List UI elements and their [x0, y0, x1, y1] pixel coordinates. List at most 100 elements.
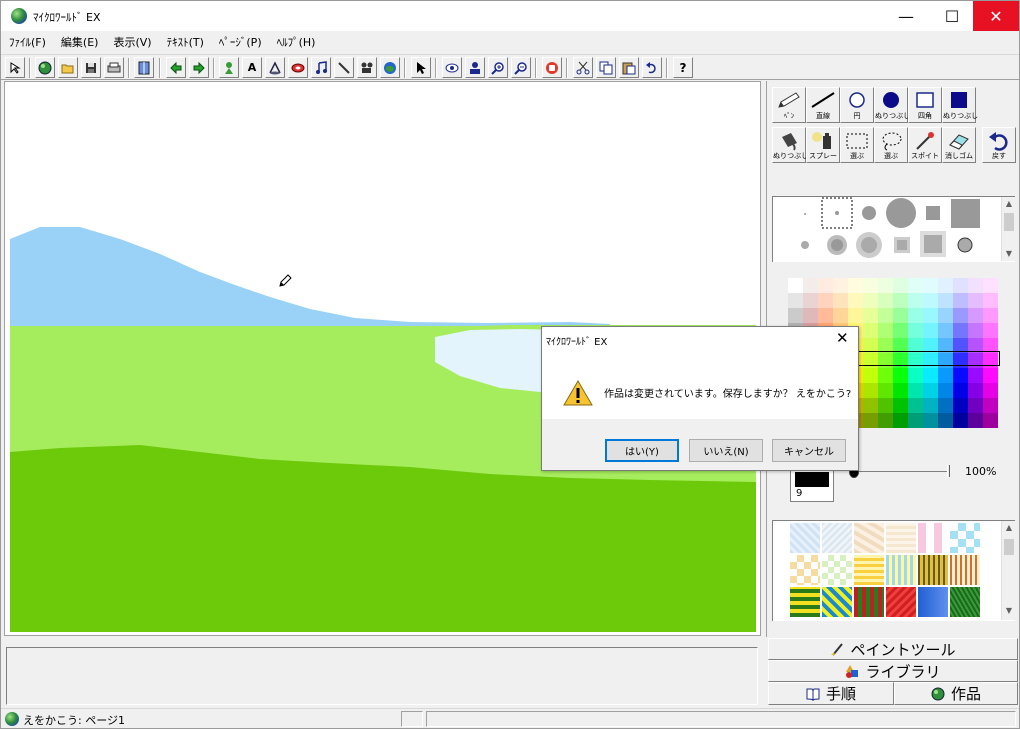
open-folder-icon[interactable]	[58, 57, 78, 78]
brush-scrollbar[interactable]: ▲ ▼	[1001, 197, 1015, 261]
zoom-out-icon[interactable]	[511, 57, 531, 78]
palette-swatch[interactable]	[788, 278, 803, 293]
palette-swatch[interactable]	[818, 293, 833, 308]
palette-swatch[interactable]	[923, 383, 938, 398]
pattern-swatch[interactable]	[918, 587, 948, 617]
palette-swatch[interactable]	[818, 308, 833, 323]
tool-lasso-select[interactable]: 選ぶ	[874, 127, 908, 163]
close-button[interactable]: ✕	[973, 1, 1019, 31]
paste-icon[interactable]	[619, 57, 639, 78]
character-icon[interactable]	[219, 57, 239, 78]
arrow-left-icon[interactable]	[166, 57, 186, 78]
menu-page[interactable]: ﾍﾟｰｼﾞ(P)	[219, 34, 262, 50]
palette-swatch[interactable]	[803, 278, 818, 293]
palette-swatch[interactable]	[968, 383, 983, 398]
stop-hand-icon[interactable]	[542, 57, 562, 78]
world-icon[interactable]	[380, 57, 400, 78]
tool-line[interactable]: 直線	[806, 87, 840, 123]
pattern-swatch[interactable]	[886, 587, 916, 617]
palette-swatch[interactable]	[893, 278, 908, 293]
palette-swatch[interactable]	[803, 293, 818, 308]
palette-swatch[interactable]	[983, 413, 998, 428]
menu-view[interactable]: 表示(V)	[113, 34, 151, 50]
palette-swatch[interactable]	[953, 383, 968, 398]
scroll-up-arrow[interactable]: ▲	[1002, 521, 1016, 535]
palette-swatch[interactable]	[863, 278, 878, 293]
pattern-swatch[interactable]	[822, 587, 852, 617]
palette-swatch[interactable]	[863, 368, 878, 383]
pattern-swatch[interactable]	[822, 523, 852, 553]
eye-icon[interactable]	[442, 57, 462, 78]
tool-filled-rectangle[interactable]: ぬりつぶし	[942, 87, 978, 123]
pattern-swatch[interactable]	[790, 523, 820, 553]
current-color-box[interactable]: 9	[790, 468, 834, 502]
palette-swatch[interactable]	[983, 323, 998, 338]
palette-swatch[interactable]	[923, 413, 938, 428]
palette-swatch[interactable]	[953, 308, 968, 323]
palette-swatch[interactable]	[938, 383, 953, 398]
palette-swatch[interactable]	[968, 413, 983, 428]
palette-swatch[interactable]	[893, 413, 908, 428]
opacity-slider-track[interactable]	[859, 471, 947, 472]
palette-swatch[interactable]	[923, 323, 938, 338]
palette-swatch[interactable]	[923, 398, 938, 413]
palette-swatch[interactable]	[863, 293, 878, 308]
palette-swatch[interactable]	[983, 278, 998, 293]
palette-swatch[interactable]	[968, 293, 983, 308]
palette-swatch[interactable]	[908, 383, 923, 398]
palette-swatch[interactable]	[938, 398, 953, 413]
palette-swatch[interactable]	[968, 278, 983, 293]
tool-undo[interactable]: 戻す	[982, 127, 1016, 163]
tool-pen[interactable]: ﾍﾟﾝ	[772, 87, 806, 123]
copy-icon[interactable]	[596, 57, 616, 78]
pattern-swatch[interactable]	[950, 523, 980, 553]
palette-swatch[interactable]	[908, 398, 923, 413]
palette-swatch[interactable]	[833, 293, 848, 308]
palette-swatch[interactable]	[968, 368, 983, 383]
palette-swatch[interactable]	[908, 368, 923, 383]
tab-paint-tools[interactable]: ペイントツール	[768, 638, 1018, 660]
tab-works[interactable]: 作品	[894, 682, 1018, 705]
palette-swatch[interactable]	[893, 368, 908, 383]
palette-swatch[interactable]	[878, 383, 893, 398]
scroll-down-arrow[interactable]: ▼	[1002, 604, 1016, 618]
palette-swatch[interactable]	[878, 308, 893, 323]
palette-swatch[interactable]	[908, 308, 923, 323]
tool-paint-bucket[interactable]: ぬりつぶし	[772, 127, 808, 163]
palette-swatch[interactable]	[788, 308, 803, 323]
tool-rect-select[interactable]: 選ぶ	[840, 127, 874, 163]
palette-swatch[interactable]	[953, 368, 968, 383]
arrow-right-icon[interactable]	[189, 57, 209, 78]
text-box-icon[interactable]: A	[242, 57, 262, 78]
tool-rectangle[interactable]: 四角	[908, 87, 942, 123]
palette-swatch[interactable]	[953, 293, 968, 308]
globe-icon[interactable]	[35, 57, 55, 78]
palette-swatch[interactable]	[818, 278, 833, 293]
cancel-button[interactable]: キャンセル	[772, 439, 846, 462]
tool-filled-circle[interactable]: ぬりつぶし	[874, 87, 910, 123]
palette-swatch[interactable]	[863, 323, 878, 338]
palette-swatch[interactable]	[923, 278, 938, 293]
palette-swatch[interactable]	[863, 308, 878, 323]
minimize-button[interactable]: —	[883, 1, 929, 31]
palette-swatch[interactable]	[878, 398, 893, 413]
palette-swatch[interactable]	[908, 293, 923, 308]
palette-swatch[interactable]	[983, 383, 998, 398]
menu-text[interactable]: ﾃｷｽﾄ(T)	[167, 34, 204, 50]
scroll-thumb[interactable]	[1004, 539, 1014, 555]
palette-swatch[interactable]	[968, 308, 983, 323]
scroll-up-arrow[interactable]: ▲	[1002, 197, 1016, 211]
palette-swatch[interactable]	[893, 398, 908, 413]
pattern-swatch[interactable]	[854, 523, 884, 553]
music-note-icon[interactable]	[311, 57, 331, 78]
pen-tool-icon[interactable]	[334, 57, 354, 78]
palette-swatch[interactable]	[893, 323, 908, 338]
palette-swatch[interactable]	[788, 293, 803, 308]
tool-circle[interactable]: 円	[840, 87, 874, 123]
palette-swatch[interactable]	[833, 278, 848, 293]
pattern-swatch[interactable]	[822, 555, 852, 585]
maximize-button[interactable]: ☐	[929, 1, 975, 31]
pattern-swatch[interactable]	[918, 523, 948, 553]
palette-swatch[interactable]	[953, 323, 968, 338]
palette-swatch[interactable]	[968, 398, 983, 413]
